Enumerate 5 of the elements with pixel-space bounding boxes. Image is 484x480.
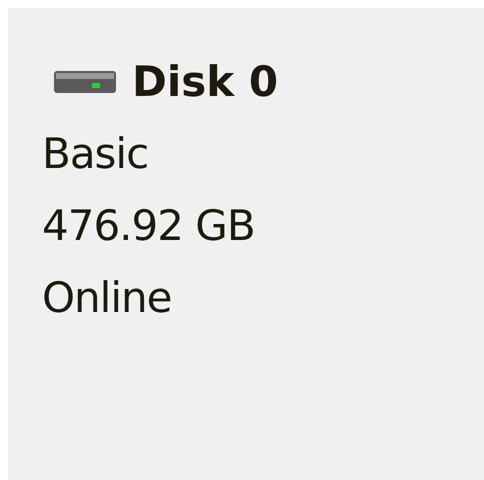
hard-drive-icon: [54, 71, 116, 93]
disk-status: Online: [42, 272, 172, 324]
disk-title: Disk 0: [132, 56, 278, 108]
disk-type: Basic: [42, 128, 150, 180]
disk-size: 476.92 GB: [42, 200, 256, 252]
